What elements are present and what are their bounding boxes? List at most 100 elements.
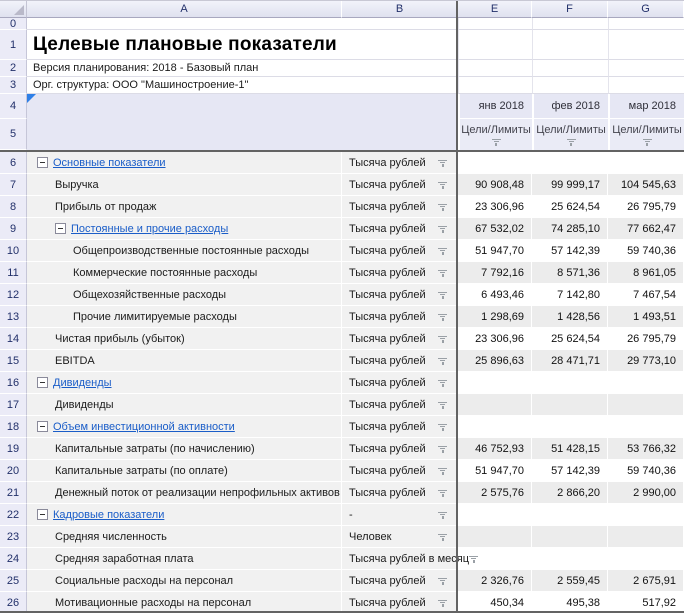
empty-cell[interactable]: [532, 77, 608, 94]
value-cell-g[interactable]: 77 662,47: [608, 218, 684, 240]
indicator-cell[interactable]: Социальные расходы на персонал: [27, 570, 342, 592]
value-cell-g[interactable]: [608, 372, 684, 394]
value-cell-g[interactable]: 517,92: [608, 592, 684, 613]
indicator-cell[interactable]: Кадровые показатели: [27, 504, 342, 526]
value-cell-f[interactable]: [532, 152, 608, 174]
indicator-cell[interactable]: Капитальные затраты (по начислению): [27, 438, 342, 460]
empty-cell[interactable]: [532, 60, 608, 77]
filter-icon[interactable]: [438, 467, 447, 475]
indicator-cell[interactable]: Общепроизводственные постоянные расходы: [27, 240, 342, 262]
filter-icon[interactable]: [438, 489, 447, 497]
value-cell-g[interactable]: 104 545,63: [608, 174, 684, 196]
value-cell-f[interactable]: 74 285,10: [532, 218, 608, 240]
value-cell-f[interactable]: [532, 504, 608, 526]
value-cell-e[interactable]: 6 493,46: [458, 284, 532, 306]
column-header-b[interactable]: B: [342, 1, 458, 18]
empty-cell[interactable]: [458, 18, 532, 30]
filter-icon[interactable]: [438, 269, 447, 277]
empty-cell[interactable]: [608, 77, 684, 94]
column-header-a[interactable]: A: [27, 1, 342, 18]
row-number[interactable]: 4: [0, 94, 27, 119]
value-cell-f[interactable]: 8 571,36: [532, 262, 608, 284]
filter-icon[interactable]: [438, 335, 447, 343]
value-cell-f[interactable]: [532, 548, 608, 570]
empty-cell[interactable]: [458, 60, 532, 77]
row-number[interactable]: 24: [0, 548, 27, 570]
indicator-group-link[interactable]: Дивиденды: [53, 377, 112, 389]
value-cell-e[interactable]: 23 306,96: [458, 196, 532, 218]
value-cell-f[interactable]: 51 428,15: [532, 438, 608, 460]
filter-icon[interactable]: [438, 181, 447, 189]
row-number[interactable]: 25: [0, 570, 27, 592]
indicator-cell[interactable]: Выручка: [27, 174, 342, 196]
value-cell-g[interactable]: [608, 152, 684, 174]
value-cell-e[interactable]: [458, 372, 532, 394]
value-cell-f[interactable]: 28 471,71: [532, 350, 608, 372]
row-number[interactable]: 9: [0, 218, 27, 240]
filter-icon[interactable]: [438, 313, 447, 321]
row-number[interactable]: 22: [0, 504, 27, 526]
value-cell-e[interactable]: [458, 416, 532, 438]
value-cell-f[interactable]: 25 624,54: [532, 328, 608, 350]
value-cell-f[interactable]: 495,38: [532, 592, 608, 613]
row-number[interactable]: 18: [0, 416, 27, 438]
collapse-minus-icon[interactable]: [37, 157, 48, 168]
value-cell-g[interactable]: 1 493,51: [608, 306, 684, 328]
filter-icon[interactable]: [438, 511, 447, 519]
value-cell-e[interactable]: 46 752,93: [458, 438, 532, 460]
value-cell-g[interactable]: 7 467,54: [608, 284, 684, 306]
column-header-f[interactable]: F: [532, 1, 608, 18]
filter-icon[interactable]: [438, 225, 447, 233]
value-cell-f[interactable]: [532, 394, 608, 416]
indicator-cell[interactable]: Чистая прибыль (убыток): [27, 328, 342, 350]
filter-icon[interactable]: [492, 138, 501, 146]
filter-icon[interactable]: [438, 247, 447, 255]
filter-icon[interactable]: [438, 379, 447, 387]
row-number[interactable]: 5: [0, 119, 27, 150]
empty-cell[interactable]: [608, 30, 684, 60]
value-cell-g[interactable]: 8 961,05: [608, 262, 684, 284]
row-number[interactable]: 26: [0, 592, 27, 613]
value-cell-e[interactable]: 51 947,70: [458, 460, 532, 482]
month-header[interactable]: янв 2018: [458, 94, 532, 119]
value-cell-g[interactable]: 2 675,91: [608, 570, 684, 592]
value-cell-g[interactable]: [608, 504, 684, 526]
value-cell-e[interactable]: [458, 526, 532, 548]
empty-cell[interactable]: [608, 18, 684, 30]
indicator-cell[interactable]: Прочие лимитируемые расходы: [27, 306, 342, 328]
value-cell-g[interactable]: 2 990,00: [608, 482, 684, 504]
indicator-cell[interactable]: Средняя численность: [27, 526, 342, 548]
value-cell-g[interactable]: 59 740,36: [608, 240, 684, 262]
indicator-cell[interactable]: Прибыль от продаж: [27, 196, 342, 218]
value-cell-f[interactable]: 57 142,39: [532, 240, 608, 262]
value-cell-e[interactable]: [458, 504, 532, 526]
value-cell-f[interactable]: [532, 526, 608, 548]
filter-icon[interactable]: [643, 138, 652, 146]
collapse-minus-icon[interactable]: [55, 223, 66, 234]
indicator-cell[interactable]: Средняя заработная плата: [27, 548, 342, 570]
row-number[interactable]: 19: [0, 438, 27, 460]
collapse-minus-icon[interactable]: [37, 377, 48, 388]
value-cell-e[interactable]: 450,34: [458, 592, 532, 613]
value-cell-g[interactable]: 59 740,36: [608, 460, 684, 482]
value-cell-f[interactable]: 2 559,45: [532, 570, 608, 592]
indicator-cell[interactable]: Постоянные и прочие расходы: [27, 218, 342, 240]
row-number[interactable]: 11: [0, 262, 27, 284]
value-cell-g[interactable]: 26 795,79: [608, 328, 684, 350]
value-cell-g[interactable]: 29 773,10: [608, 350, 684, 372]
value-cell-e[interactable]: 51 947,70: [458, 240, 532, 262]
row-number[interactable]: 15: [0, 350, 27, 372]
column-header-e[interactable]: E: [458, 1, 532, 18]
row-number[interactable]: 3: [0, 77, 27, 94]
row-number[interactable]: 7: [0, 174, 27, 196]
value-cell-e[interactable]: 1 298,69: [458, 306, 532, 328]
value-cell-f[interactable]: [532, 416, 608, 438]
value-cell-e[interactable]: [458, 394, 532, 416]
filter-icon[interactable]: [438, 533, 447, 541]
filter-icon[interactable]: [438, 445, 447, 453]
filter-icon[interactable]: [438, 401, 447, 409]
empty-cell[interactable]: [458, 77, 532, 94]
empty-cell[interactable]: [27, 18, 458, 30]
indicator-group-link[interactable]: Объем инвестиционной активности: [53, 421, 235, 433]
indicator-group-link[interactable]: Кадровые показатели: [53, 509, 164, 521]
